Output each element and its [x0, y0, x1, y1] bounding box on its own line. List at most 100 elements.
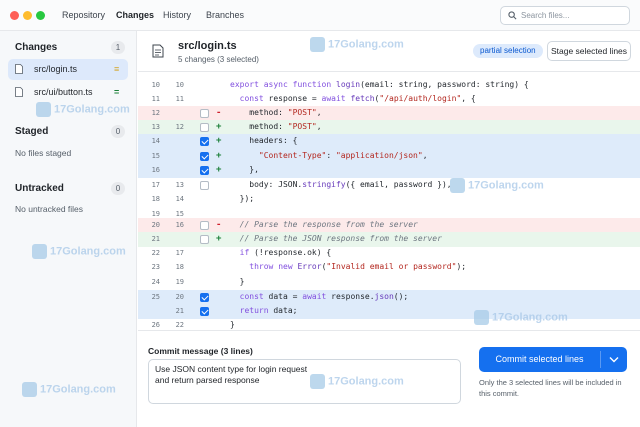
line-select-checkbox[interactable]: [200, 235, 209, 244]
new-line-number: 17: [175, 249, 184, 257]
code-text: return data;: [239, 306, 298, 315]
diff-line: 16 + },: [138, 163, 640, 178]
code-text: throw new Error("Invalid email or passwo…: [249, 262, 467, 271]
top-bar: Repository Changes History Branches Sear…: [0, 0, 640, 31]
tab-changes[interactable]: Changes: [116, 10, 154, 20]
close-window-button[interactable]: [10, 11, 19, 20]
diff-line: 11 11 const response = await fetch("/api/…: [138, 92, 640, 107]
new-line-number: 21: [175, 307, 184, 315]
file-icon: [15, 64, 23, 74]
stage-selected-lines-button[interactable]: Stage selected lines: [547, 41, 631, 61]
code-text: "Content-Type": "application/json",: [258, 151, 428, 160]
plus-icon: +: [216, 136, 222, 146]
new-line-number: 20: [175, 293, 184, 301]
watermark-logo-icon: [474, 310, 489, 325]
commit-options-dropdown[interactable]: [601, 347, 627, 372]
change-summary: 5 changes (3 selected): [178, 55, 259, 64]
old-line-number: 11: [151, 95, 160, 103]
search-input[interactable]: Search files...: [500, 6, 630, 25]
line-select-checkbox[interactable]: [200, 166, 209, 175]
watermark-logo-icon: [22, 382, 37, 397]
plus-icon: +: [216, 165, 222, 175]
added-icon: =: [114, 87, 120, 97]
line-select-checkbox[interactable]: [200, 181, 209, 190]
watermark-text: 17Golang.com: [54, 103, 130, 116]
diff-line: 13 12 + method: "POST",: [138, 120, 640, 135]
file-name: src/ui/button.ts: [34, 87, 93, 97]
new-line-number: 15: [175, 210, 184, 218]
line-select-checkbox[interactable]: [200, 221, 209, 230]
line-select-checkbox[interactable]: [200, 307, 209, 316]
new-line-number: 18: [175, 263, 184, 271]
watermark: 17Golang.com: [22, 382, 116, 397]
watermark: 17Golang.com: [450, 178, 544, 193]
diff-line: 20 16 - // Parse the response from the ser…: [138, 218, 640, 233]
tab-history[interactable]: History: [163, 10, 191, 20]
watermark-logo-icon: [32, 244, 47, 259]
watermark-text: 17Golang.com: [40, 383, 116, 396]
old-line-number: 12: [151, 109, 160, 117]
commit-selected-lines-button[interactable]: Commit selected lines: [479, 347, 600, 372]
chevron-down-icon: [609, 357, 619, 363]
code-text: method: "POST",: [230, 108, 322, 117]
new-line-number: 12: [175, 123, 184, 131]
tab-repository[interactable]: Repository: [62, 10, 105, 20]
code-text: export async function login(email: strin…: [230, 80, 529, 89]
plus-icon: +: [216, 151, 222, 161]
changes-count: 1: [111, 41, 125, 54]
watermark-text: 17Golang.com: [50, 245, 126, 258]
line-select-checkbox[interactable]: [200, 109, 209, 118]
plus-icon: +: [216, 234, 222, 244]
sidebar: Changes 1 src/login.ts ≡ src/ui/button.t…: [0, 31, 137, 427]
line-select-checkbox[interactable]: [200, 137, 209, 146]
file-item-button[interactable]: src/ui/button.ts =: [8, 82, 128, 103]
commit-note: Only the 3 selected lines will be includ…: [479, 378, 622, 398]
staged-empty-text: No files staged: [15, 148, 72, 158]
watermark-text: 17Golang.com: [328, 38, 404, 51]
diff-line: 12 - method: "POST",: [138, 106, 640, 121]
new-line-number: 11: [175, 95, 184, 103]
watermark-logo-icon: [36, 102, 51, 117]
commit-message-input[interactable]: Use JSON content type for login request …: [148, 359, 461, 404]
old-line-number: 21: [151, 235, 160, 243]
old-line-number: 19: [151, 210, 160, 218]
new-line-number: 19: [175, 278, 184, 286]
code-text: },: [230, 165, 259, 174]
old-line-number: 26: [151, 321, 160, 329]
file-item-login[interactable]: src/login.ts ≡: [8, 59, 128, 80]
code-text: }: [230, 277, 245, 286]
watermark-text: 17Golang.com: [492, 311, 568, 324]
maximize-window-button[interactable]: [36, 11, 45, 20]
old-line-number: 24: [151, 278, 160, 286]
commit-button-group: Commit selected lines: [479, 347, 627, 372]
minimize-window-button[interactable]: [23, 11, 32, 20]
line-select-checkbox[interactable]: [200, 293, 209, 302]
code-text: body: JSON.stringify({ email, password }…: [230, 180, 452, 189]
old-line-number: 15: [151, 152, 160, 160]
tab-branches[interactable]: Branches: [206, 10, 244, 20]
diff-line: 14 + headers: {: [138, 134, 640, 149]
code-text: }: [230, 320, 235, 329]
minus-icon: -: [216, 108, 222, 118]
new-line-number: 10: [175, 81, 184, 89]
untracked-heading: Untracked: [15, 183, 64, 194]
code-text: // Parse the response from the server: [239, 220, 418, 229]
code-text: if (!response.ok) {: [239, 248, 332, 257]
old-line-number: 18: [151, 195, 160, 203]
old-line-number: 25: [151, 293, 160, 301]
diff-line: 23 18 throw new Error("Invalid email or p…: [138, 260, 640, 275]
diff-line: 21 + // Parse the JSON response from the …: [138, 232, 640, 247]
untracked-empty-text: No untracked files: [15, 204, 84, 214]
line-select-checkbox[interactable]: [200, 123, 209, 132]
watermark-logo-icon: [310, 37, 325, 52]
diff-line: 24 19 }: [138, 275, 640, 290]
old-line-number: 10: [151, 81, 160, 89]
diff-view: 10 10 export async function login(email: s…: [138, 72, 640, 330]
line-select-checkbox[interactable]: [200, 152, 209, 161]
new-line-number: 14: [175, 195, 184, 203]
modified-icon: ≡: [114, 64, 120, 74]
staged-count: 0: [111, 125, 125, 138]
watermark-logo-icon: [450, 178, 465, 193]
code-text: });: [230, 194, 255, 203]
new-line-number: 16: [175, 221, 184, 229]
